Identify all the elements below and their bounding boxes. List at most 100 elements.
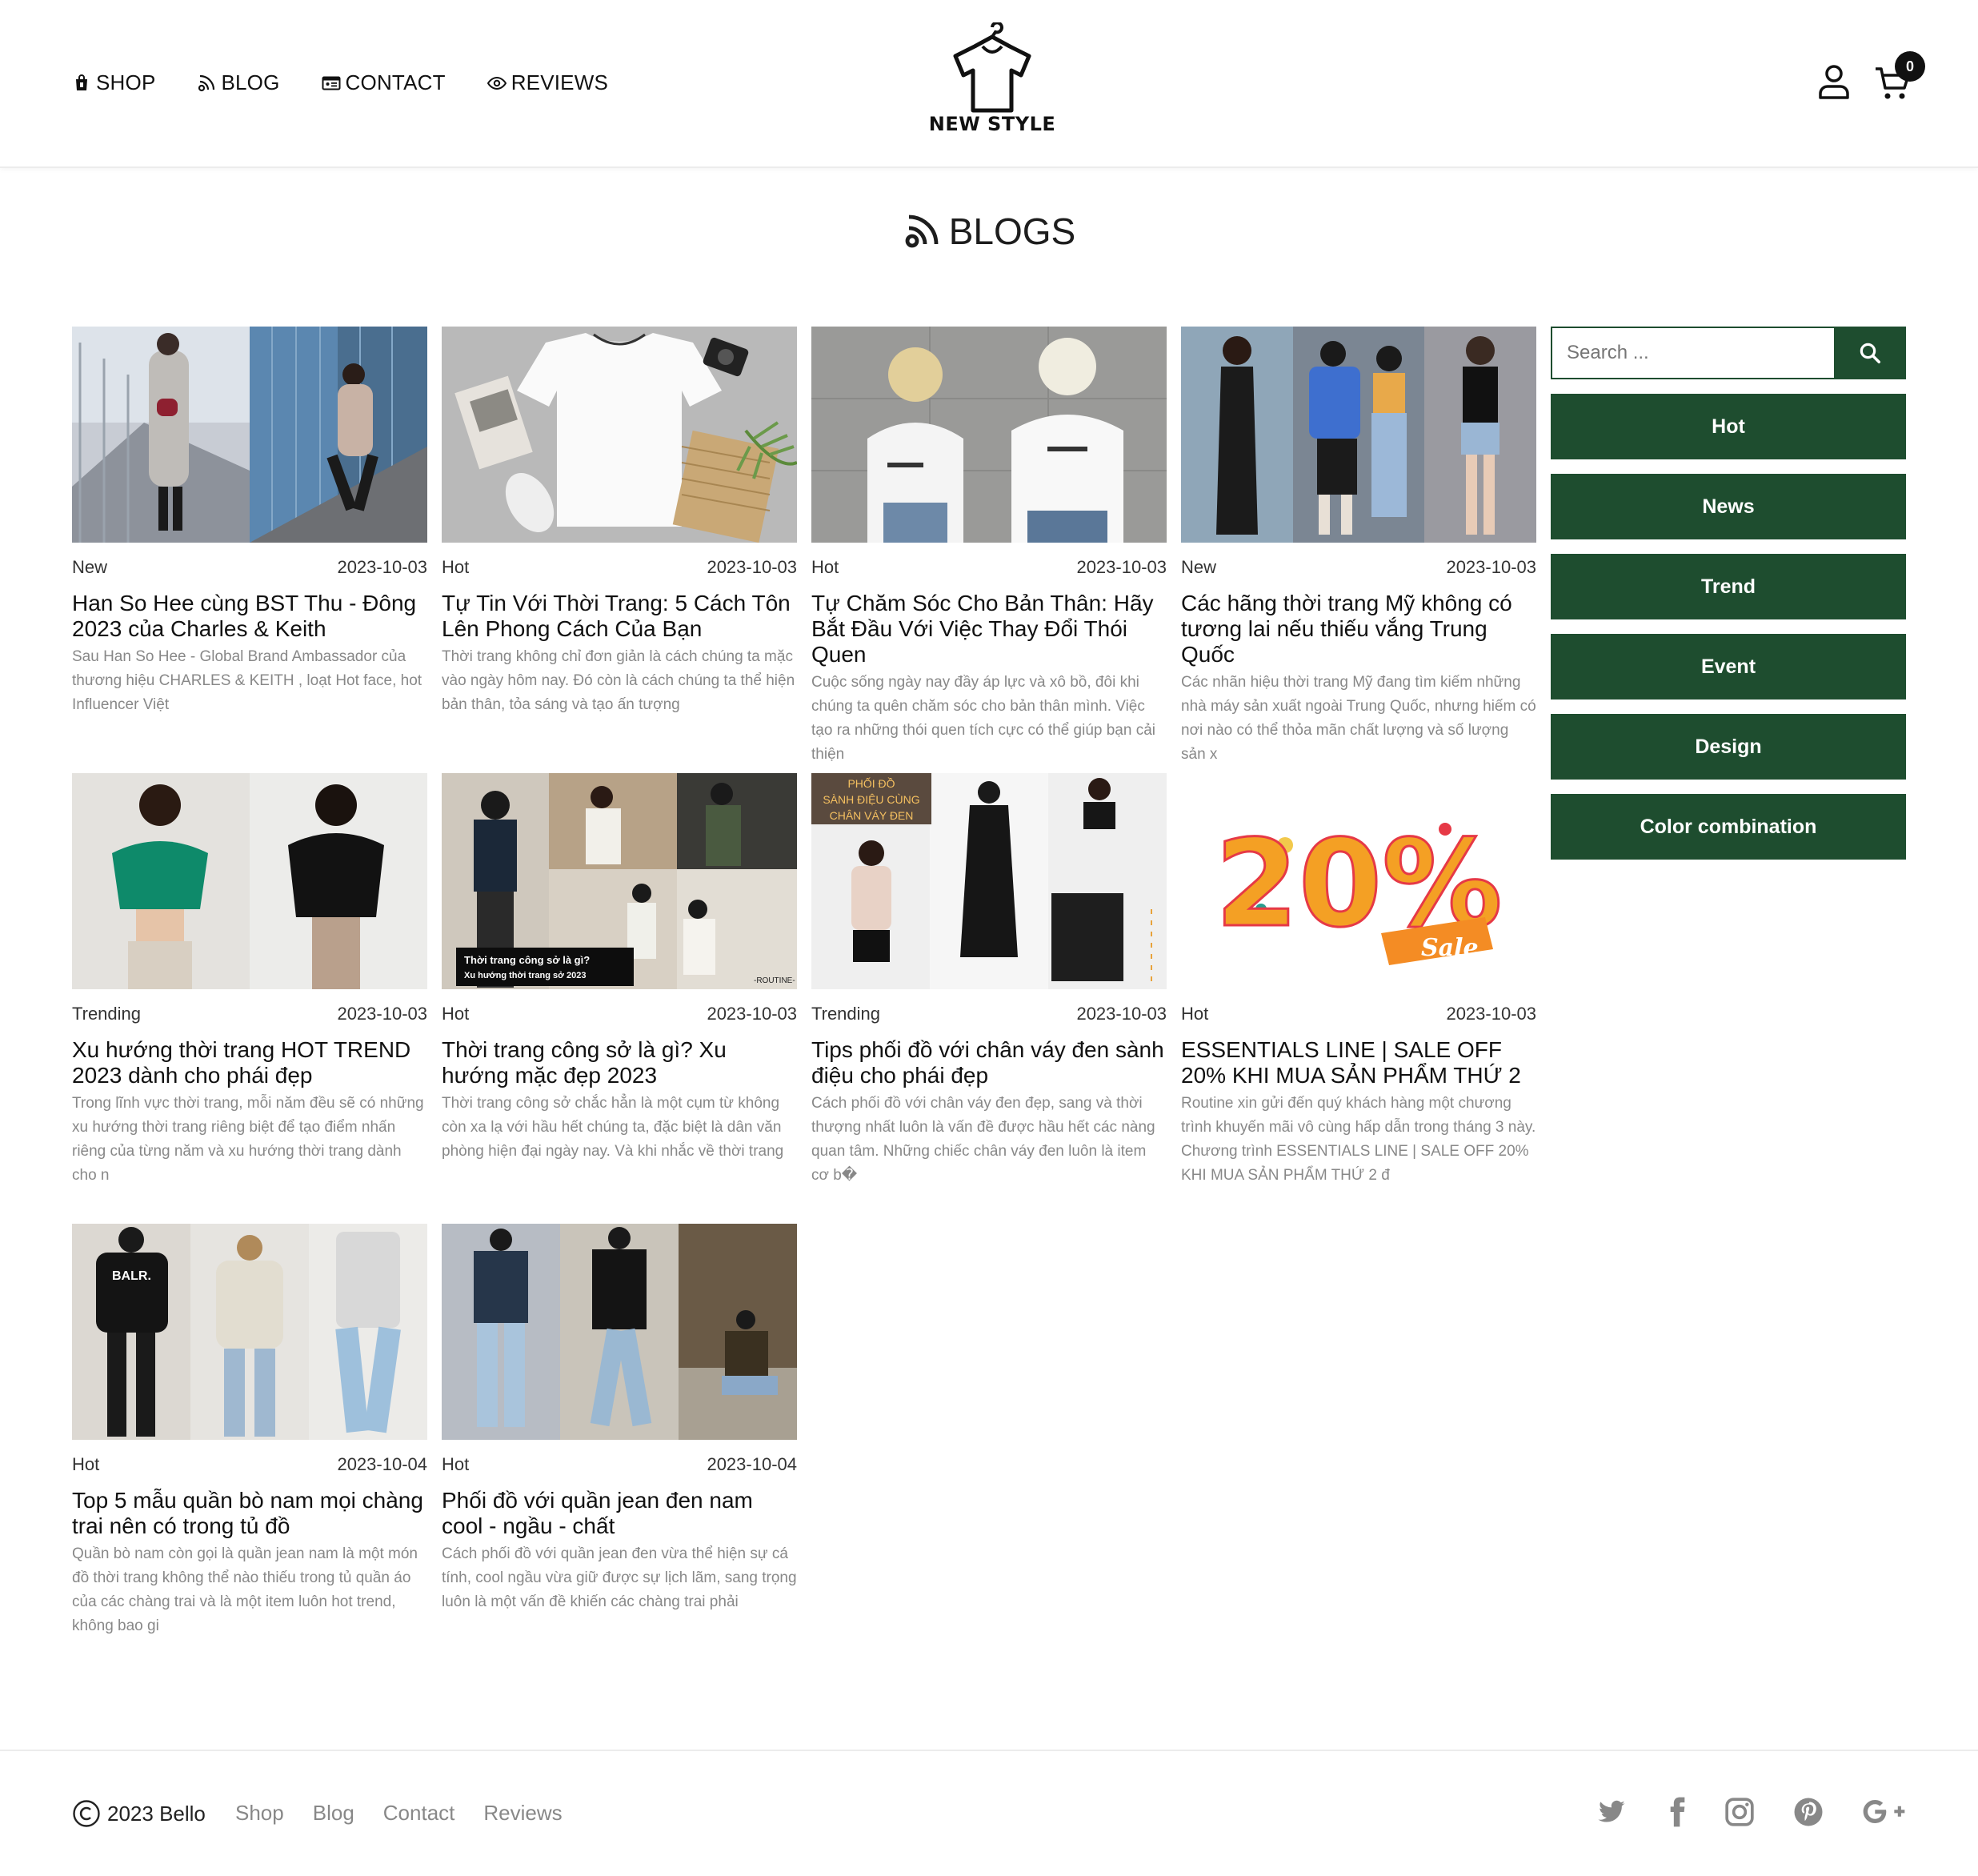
instagram-icon[interactable] <box>1724 1796 1756 1828</box>
post-meta: New 2023-10-03 <box>1181 557 1536 578</box>
post-meta: Trending 2023-10-03 <box>811 1004 1167 1024</box>
blog-card[interactable]: Thời trang công sở là gì? Xu hướng thời … <box>442 773 797 1164</box>
post-title[interactable]: Phối đồ với quần jean đen nam cool - ngầ… <box>442 1488 797 1539</box>
blog-thumbnail[interactable]: BALR. <box>72 1224 427 1440</box>
search-button[interactable] <box>1834 327 1906 379</box>
post-excerpt: Sau Han So Hee - Global Brand Ambassador… <box>72 648 422 713</box>
category-news[interactable]: News <box>1551 474 1906 539</box>
google-plus-icon[interactable] <box>1861 1796 1906 1828</box>
blog-card[interactable]: Hot 2023-10-03 Tự Tin Với Thời Trang: 5 … <box>442 327 797 717</box>
tshirt-hanger-icon <box>953 21 1031 113</box>
post-title[interactable]: Các hãng thời trang Mỹ không có tương la… <box>1181 591 1536 667</box>
post-title[interactable]: Tự Chăm Sóc Cho Bản Thân: Hãy Bắt Đầu Vớ… <box>811 591 1167 667</box>
copyright-icon <box>73 1800 100 1827</box>
id-card-icon <box>322 76 341 90</box>
post-excerpt: Cách phối đồ với quần jean đen vừa thể h… <box>442 1545 797 1610</box>
blog-thumbnail[interactable] <box>442 1224 797 1440</box>
post-title[interactable]: Tips phối đồ với chân váy đen sành điệu … <box>811 1037 1167 1088</box>
category-event[interactable]: Event <box>1551 634 1906 699</box>
rss-icon <box>905 214 939 248</box>
eye-icon <box>486 76 507 90</box>
pinterest-icon[interactable] <box>1792 1796 1824 1828</box>
blog-thumbnail[interactable] <box>72 327 427 543</box>
post-excerpt: Cách phối đồ với chân váy đen đẹp, sang … <box>811 1095 1155 1184</box>
blog-card[interactable]: 20% Sale Hot 2023-10-03 ESSENTIALS LINE … <box>1181 773 1536 1188</box>
post-title[interactable]: Tự Tin Với Thời Trang: 5 Cách Tôn Lên Ph… <box>442 591 797 642</box>
blog-thumbnail[interactable]: PHỐI ĐỒ SÀNH ĐIỆU CÙNG CHÂN VÁY ĐEN <box>811 773 1167 989</box>
blog-card[interactable]: New 2023-10-03 Các hãng thời trang Mỹ kh… <box>1181 327 1536 767</box>
post-date: 2023-10-04 <box>707 1454 797 1474</box>
footer-link-shop[interactable]: Shop <box>235 1801 284 1826</box>
nav-blog[interactable]: BLOG <box>197 70 279 95</box>
blog-thumbnail[interactable] <box>72 773 427 989</box>
blog-card[interactable]: Hot 2023-10-04 Phối đồ với quần jean đen… <box>442 1224 797 1614</box>
post-excerpt: Routine xin gửi đến quý khách hàng một c… <box>1181 1095 1536 1184</box>
post-meta: Hot 2023-10-04 <box>72 1454 427 1475</box>
search-input[interactable] <box>1551 327 1834 379</box>
blog-card[interactable]: PHỐI ĐỒ SÀNH ĐIỆU CÙNG CHÂN VÁY ĐEN Tren… <box>811 773 1167 1188</box>
blog-card[interactable]: Trending 2023-10-03 Xu hướng thời trang … <box>72 773 427 1188</box>
blog-card[interactable]: New 2023-10-03 Han So Hee cùng BST Thu -… <box>72 327 427 717</box>
post-meta: New 2023-10-03 <box>72 557 427 578</box>
post-meta: Hot 2023-10-04 <box>442 1454 797 1475</box>
nav-shop[interactable]: SHOP <box>72 70 155 95</box>
post-category: Trending <box>72 1004 142 1024</box>
blog-thumbnail[interactable]: Thời trang công sở là gì? Xu hướng thời … <box>442 773 797 989</box>
category-hot[interactable]: Hot <box>1551 394 1906 459</box>
post-meta: Trending 2023-10-03 <box>72 1004 427 1024</box>
blog-card[interactable]: BALR. Hot 2023-10-04 Top 5 mẫu quần bò n… <box>72 1224 427 1638</box>
post-date: 2023-10-03 <box>337 1004 427 1024</box>
post-excerpt: Quần bò nam còn gọi là quần jean nam là … <box>72 1545 418 1634</box>
post-category: Trending <box>811 1004 881 1024</box>
post-title[interactable]: ESSENTIALS LINE | SALE OFF 20% KHI MUA S… <box>1181 1037 1536 1088</box>
category-color-combination[interactable]: Color combination <box>1551 794 1906 860</box>
post-date: 2023-10-03 <box>707 1004 797 1024</box>
post-date: 2023-10-03 <box>1446 557 1536 577</box>
post-excerpt: Các nhãn hiệu thời trang Mỹ đang tìm kiế… <box>1181 674 1536 763</box>
post-meta: Hot 2023-10-03 <box>442 1004 797 1024</box>
nav-blog-label: BLOG <box>221 70 280 94</box>
thumb-caption-2: Xu hướng thời trang sở 2023 <box>464 971 586 980</box>
post-meta: Hot 2023-10-03 <box>1181 1004 1536 1024</box>
facebook-icon[interactable] <box>1661 1796 1693 1828</box>
post-date: 2023-10-03 <box>1076 1004 1167 1024</box>
blog-thumbnail[interactable] <box>442 327 797 543</box>
blog-thumbnail[interactable] <box>811 327 1167 543</box>
blog-thumbnail[interactable]: 20% Sale <box>1181 773 1536 989</box>
post-category: Hot <box>72 1454 100 1474</box>
footer-link-contact[interactable]: Contact <box>383 1801 455 1826</box>
footer-link-blog[interactable]: Blog <box>313 1801 354 1826</box>
search-box <box>1551 327 1906 379</box>
post-title[interactable]: Thời trang công sở là gì? Xu hướng mặc đ… <box>442 1037 797 1088</box>
post-title[interactable]: Han So Hee cùng BST Thu - Đông 2023 của … <box>72 591 427 642</box>
rss-icon <box>198 74 215 91</box>
user-icon[interactable] <box>1815 62 1853 101</box>
nav-reviews[interactable]: REVIEWS <box>486 70 608 95</box>
post-category: Hot <box>442 557 470 577</box>
twitter-icon[interactable] <box>1596 1796 1628 1828</box>
post-date: 2023-10-03 <box>1076 557 1167 577</box>
post-category: Hot <box>442 1004 470 1024</box>
post-excerpt: Trong lĩnh vực thời trang, mỗi năm đều s… <box>72 1095 424 1184</box>
site-footer: 2023 Bello Shop Blog Contact Reviews <box>0 1750 1978 1876</box>
nav-contact[interactable]: CONTACT <box>322 70 446 95</box>
category-design[interactable]: Design <box>1551 714 1906 780</box>
footer-links: Shop Blog Contact Reviews <box>235 1801 563 1826</box>
post-title[interactable]: Xu hướng thời trang HOT TREND 2023 dành … <box>72 1037 427 1088</box>
page-title: BLOGS <box>0 210 1978 253</box>
search-icon <box>1860 343 1880 363</box>
post-date: 2023-10-03 <box>337 557 427 577</box>
footer-link-reviews[interactable]: Reviews <box>483 1801 562 1826</box>
post-date: 2023-10-04 <box>337 1454 427 1474</box>
post-category: New <box>72 557 108 577</box>
blog-card[interactable]: Hot 2023-10-03 Tự Chăm Sóc Cho Bản Thân:… <box>811 327 1167 767</box>
thumb-caption-3: CHÂN VÁY ĐEN <box>830 809 914 822</box>
site-logo[interactable]: NEW STYLE <box>928 21 1056 142</box>
thumb-caption-1: PHỐI ĐỒ <box>847 776 895 790</box>
post-excerpt: Thời trang không chỉ đơn giản là cách ch… <box>442 648 795 713</box>
copyright-text: 2023 Bello <box>107 1801 206 1826</box>
post-title[interactable]: Top 5 mẫu quần bò nam mọi chàng trai nên… <box>72 1488 427 1539</box>
blog-thumbnail[interactable] <box>1181 327 1536 543</box>
category-trend[interactable]: Trend <box>1551 554 1906 619</box>
thumb-caption-1: Thời trang công sở là gì? <box>464 954 590 966</box>
